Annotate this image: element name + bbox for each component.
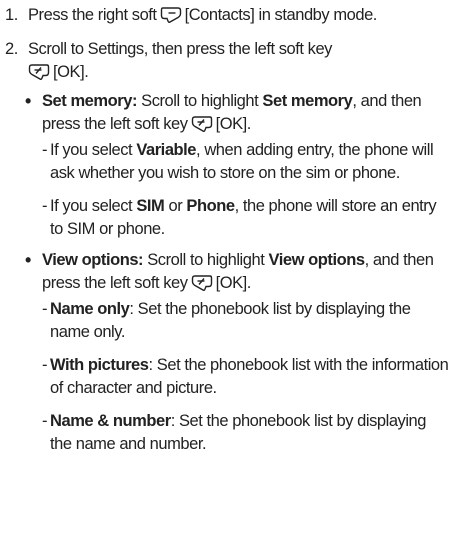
step-text: Press the right soft [Contacts] in standb…	[28, 4, 450, 27]
view-options-sublist: - Name only: Set the phonebook list by d…	[42, 298, 450, 456]
step-number: 2.	[5, 40, 18, 58]
set-memory-sub-variable: - If you select Variable, when adding en…	[42, 141, 434, 182]
view-options-sub-with-pictures: - With pictures: Set the phonebook list …	[42, 356, 449, 397]
set-memory-sublist: - If you select Variable, when adding en…	[42, 139, 450, 241]
step-number: 1.	[5, 6, 18, 24]
set-memory-title: Set memory:	[42, 92, 138, 110]
bullet-icon: •	[25, 250, 31, 270]
settings-bullet-list: • Set memory: Scroll to highlight Set me…	[25, 90, 450, 456]
bullet-icon: •	[25, 91, 31, 111]
set-memory-item: • Set memory: Scroll to highlight Set me…	[25, 90, 450, 241]
view-options-sub-name-only: - Name only: Set the phonebook list by d…	[42, 300, 411, 341]
view-options-item: • View options: Scroll to highlight View…	[25, 249, 450, 456]
step-text: Scroll to Settings, then press the left …	[28, 38, 450, 84]
right-soft-key-icon	[160, 6, 182, 24]
left-soft-key-icon	[191, 274, 213, 292]
view-options-sub-name-number: - Name & number: Set the phonebook list …	[42, 412, 427, 453]
step-2: 2. Scroll to Settings, then press the le…	[5, 38, 450, 84]
step-text-part: Scroll to Settings, then press the left …	[28, 40, 332, 58]
left-soft-key-icon	[28, 63, 50, 81]
step-text-part: Press the right soft	[28, 6, 157, 24]
step-text-part: [Contacts] in standby mode.	[184, 6, 378, 24]
left-soft-key-icon	[191, 115, 213, 133]
set-memory-sub-sim-phone: - If you select SIM or Phone, the phone …	[42, 197, 437, 238]
step-text-part: [OK].	[53, 63, 89, 81]
step-1: 1. Press the right soft [Contacts] in sta…	[5, 4, 450, 27]
manual-page: 1. Press the right soft [Contacts] in sta…	[5, 4, 450, 464]
view-options-title: View options:	[42, 251, 144, 269]
